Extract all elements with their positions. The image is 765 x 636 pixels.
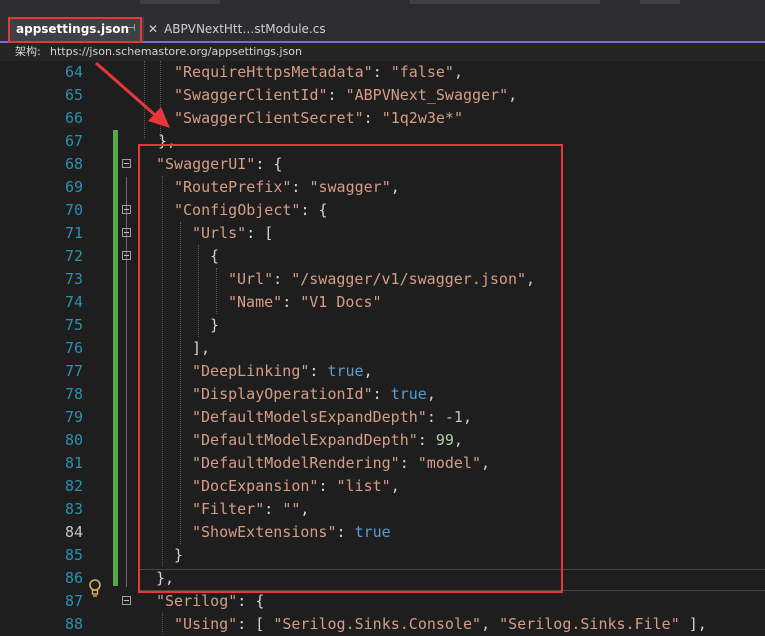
line-number: 71 xyxy=(64,224,83,242)
code-token: "SwaggerClientId" xyxy=(174,86,328,104)
code-token: ], xyxy=(679,615,707,633)
code-token: "1q2w3e*" xyxy=(381,109,463,127)
line-number: 88 xyxy=(64,615,83,633)
code-token: : xyxy=(363,109,382,127)
line-number: 69 xyxy=(64,178,83,196)
code-text: "Using": [ "Serilog.Sinks.Console", "Ser… xyxy=(174,613,707,636)
line-number: 82 xyxy=(64,477,83,495)
line-number: 77 xyxy=(64,362,83,380)
code-text: "RequireHttpsMetadata": "false", xyxy=(174,61,463,84)
line-number: 86 xyxy=(64,569,83,587)
title-strip-segment xyxy=(140,0,220,4)
line-number: 83 xyxy=(64,500,83,518)
line-number: 73 xyxy=(64,270,83,288)
line-number: 66 xyxy=(64,109,83,127)
line-number: 80 xyxy=(64,431,83,449)
code-token: "RequireHttpsMetadata" xyxy=(174,63,373,81)
tab-label: ABPVNextHtt…stModule.cs xyxy=(164,22,326,36)
line-number: 64 xyxy=(64,63,83,81)
code-token: , xyxy=(453,63,463,81)
code-token: , xyxy=(481,615,500,633)
title-strip-segment xyxy=(640,0,680,4)
code-token: "Serilog.Sinks.Console" xyxy=(273,615,482,633)
code-token: "SwaggerClientSecret" xyxy=(174,109,364,127)
code-token: "Using" xyxy=(174,615,238,633)
schema-bar: 架构: https://json.schemastore.org/appsett… xyxy=(0,43,765,61)
code-text: "Serilog": { xyxy=(156,590,264,613)
annotation-box-tab xyxy=(8,17,142,43)
code-text: "SwaggerClientSecret": "1q2w3e*" xyxy=(174,107,463,130)
code-line[interactable]: 65 "SwaggerClientId": "ABPVNext_Swagger", xyxy=(0,84,765,107)
tab-module-cs[interactable]: ✕ ABPVNextHtt…stModule.cs xyxy=(148,17,348,41)
line-number: 74 xyxy=(64,293,83,311)
code-line[interactable]: 64 "RequireHttpsMetadata": "false", xyxy=(0,61,765,84)
code-text: "SwaggerClientId": "ABPVNext_Swagger", xyxy=(174,84,517,107)
line-number: 65 xyxy=(64,86,83,104)
schema-url[interactable]: https://json.schemastore.org/appsettings… xyxy=(50,43,302,61)
line-number: 79 xyxy=(64,408,83,426)
line-number: 68 xyxy=(64,155,83,173)
line-number: 70 xyxy=(64,201,83,219)
schema-label: 架构: xyxy=(15,45,41,58)
line-number: 67 xyxy=(64,132,83,150)
line-number: 87 xyxy=(64,592,83,610)
close-icon[interactable]: ✕ xyxy=(148,22,158,36)
code-token: "Serilog" xyxy=(156,592,238,610)
line-number: 81 xyxy=(64,454,83,472)
code-line[interactable]: 66 "SwaggerClientSecret": "1q2w3e*" xyxy=(0,107,765,130)
code-token: : { xyxy=(237,592,265,610)
line-number: 84 xyxy=(64,523,83,541)
code-line[interactable]: 88 "Using": [ "Serilog.Sinks.Console", "S… xyxy=(0,613,765,636)
code-token: : xyxy=(372,63,391,81)
title-strip xyxy=(0,0,765,17)
code-line[interactable]: 87 "Serilog": { xyxy=(0,590,765,613)
line-number: 78 xyxy=(64,385,83,403)
code-token: "Serilog.Sinks.File" xyxy=(499,615,680,633)
annotation-box-swaggerui xyxy=(138,144,563,593)
code-token: : [ xyxy=(237,615,274,633)
title-strip-segment xyxy=(410,0,600,4)
code-token: , xyxy=(508,86,518,104)
code-token: "false" xyxy=(390,63,454,81)
line-number: 75 xyxy=(64,316,83,334)
code-token: "ABPVNext_Swagger" xyxy=(345,86,509,104)
line-number: 85 xyxy=(64,546,83,564)
code-token: : xyxy=(327,86,346,104)
line-number: 76 xyxy=(64,339,83,357)
line-number: 72 xyxy=(64,247,83,265)
